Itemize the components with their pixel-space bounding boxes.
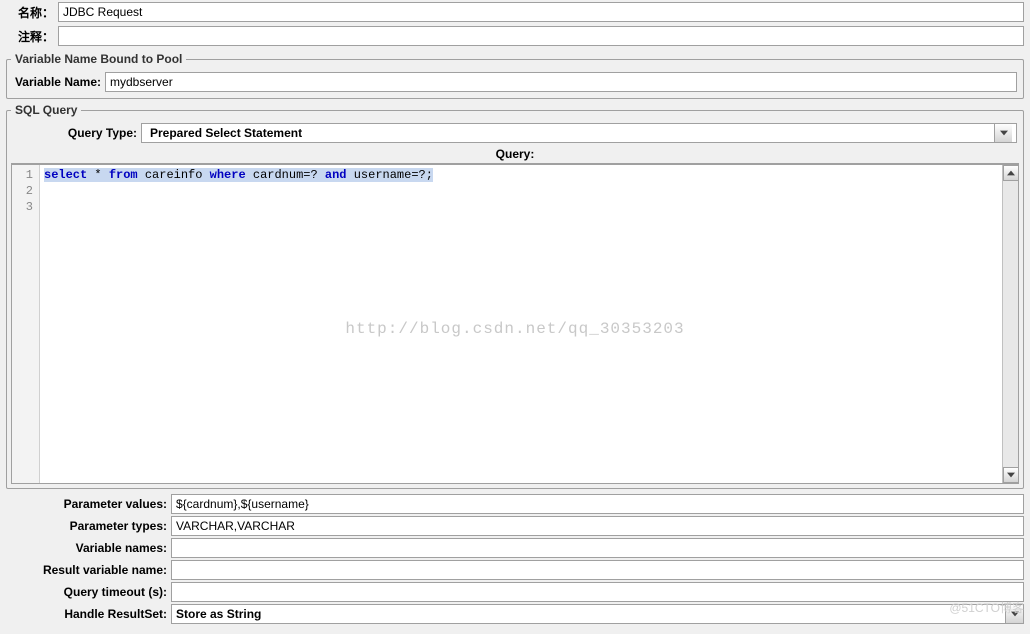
editor-gutter: 1 2 3 [12, 165, 40, 483]
comment-row: 注释： [0, 24, 1030, 48]
param-values-label: Parameter values: [6, 497, 171, 511]
handle-resultset-row: Handle ResultSet: Store as String [0, 603, 1030, 625]
line-number: 1 [12, 167, 33, 183]
query-type-value: Prepared Select Statement [146, 124, 306, 142]
query-timeout-input[interactable] [171, 582, 1024, 602]
handle-resultset-value: Store as String [172, 605, 265, 623]
result-var-input[interactable] [171, 560, 1024, 580]
name-label: 名称： [6, 4, 58, 21]
scroll-down-icon[interactable] [1003, 467, 1019, 483]
param-types-label: Parameter types: [6, 519, 171, 533]
sql-query-group: SQL Query Query Type: Prepared Select St… [6, 103, 1024, 489]
query-type-label: Query Type: [13, 126, 141, 140]
variable-pool-legend: Variable Name Bound to Pool [11, 52, 186, 66]
handle-resultset-label: Handle ResultSet: [6, 607, 171, 621]
variable-pool-group: Variable Name Bound to Pool Variable Nam… [6, 52, 1024, 99]
param-values-input[interactable] [171, 494, 1024, 514]
query-type-select[interactable]: Prepared Select Statement [141, 123, 1017, 143]
query-editor[interactable]: 1 2 3 select * from careinfo where cardn… [11, 164, 1019, 484]
name-input[interactable] [58, 2, 1024, 22]
result-var-row: Result variable name: [0, 559, 1030, 581]
variable-name-label: Variable Name: [13, 75, 105, 89]
param-types-row: Parameter types: [0, 515, 1030, 537]
name-row: 名称： [0, 0, 1030, 24]
variable-names-row: Variable names: [0, 537, 1030, 559]
comment-label: 注释： [6, 28, 58, 45]
variable-names-input[interactable] [171, 538, 1024, 558]
chevron-down-icon [994, 124, 1012, 142]
param-types-input[interactable] [171, 516, 1024, 536]
sql-query-legend: SQL Query [11, 103, 81, 117]
query-header: Query: [11, 145, 1019, 164]
editor-content[interactable]: select * from careinfo where cardnum=? a… [40, 165, 1018, 483]
variable-names-label: Variable names: [6, 541, 171, 555]
chevron-down-icon [1005, 605, 1023, 623]
scroll-up-icon[interactable] [1003, 165, 1019, 181]
editor-scrollbar[interactable] [1002, 165, 1018, 483]
param-values-row: Parameter values: [0, 493, 1030, 515]
query-timeout-row: Query timeout (s): [0, 581, 1030, 603]
variable-name-input[interactable] [105, 72, 1017, 92]
result-var-label: Result variable name: [6, 563, 171, 577]
query-timeout-label: Query timeout (s): [6, 585, 171, 599]
handle-resultset-select[interactable]: Store as String [171, 604, 1024, 624]
line-number: 3 [12, 199, 33, 215]
line-number: 2 [12, 183, 33, 199]
comment-input[interactable] [58, 26, 1024, 46]
